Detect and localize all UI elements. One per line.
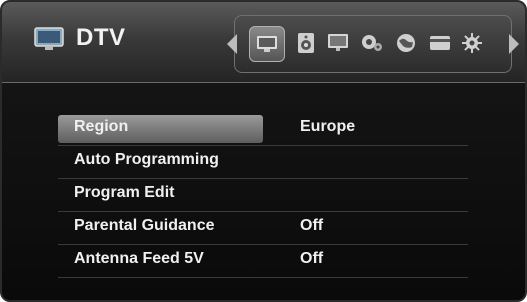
menu-item-region[interactable]: Region Europe bbox=[58, 113, 468, 146]
menu-item-program-edit[interactable]: Program Edit bbox=[58, 179, 468, 212]
settings-window: DTV Region Europe Auto Programming Progr… bbox=[0, 0, 527, 302]
speaker-icon[interactable] bbox=[291, 28, 321, 58]
tv-icon bbox=[34, 27, 64, 50]
category-icon-bar bbox=[227, 15, 519, 73]
menu-item-label: Antenna Feed 5V bbox=[74, 250, 204, 267]
menu-item-label: Parental Guidance bbox=[74, 217, 215, 234]
globe-icon[interactable] bbox=[391, 28, 421, 58]
menu-item-value: Off bbox=[300, 217, 324, 234]
settings-panel: Region Europe Auto Programming Program E… bbox=[2, 83, 525, 300]
menu-item-antenna-feed[interactable]: Antenna Feed 5V Off bbox=[58, 245, 468, 278]
menu-item-value: Europe bbox=[300, 118, 356, 135]
header-bar: DTV bbox=[2, 2, 525, 83]
scroll-left-arrow-icon[interactable] bbox=[227, 34, 237, 54]
menu-item-value: Off bbox=[300, 250, 324, 267]
menu-item-label: Auto Programming bbox=[74, 151, 219, 168]
gear-icon[interactable] bbox=[357, 28, 387, 58]
settings-menu: Region Europe Auto Programming Program E… bbox=[58, 113, 468, 278]
monitor-icon[interactable] bbox=[323, 28, 353, 58]
menu-item-label: Program Edit bbox=[74, 184, 175, 201]
menu-item-auto-programming[interactable]: Auto Programming bbox=[58, 146, 468, 179]
cog-icon[interactable] bbox=[457, 28, 487, 58]
tv-icon[interactable] bbox=[249, 26, 285, 62]
card-icon[interactable] bbox=[425, 28, 455, 58]
menu-item-parental-guidance[interactable]: Parental Guidance Off bbox=[58, 212, 468, 245]
scroll-right-arrow-icon[interactable] bbox=[509, 34, 519, 54]
menu-item-label: Region bbox=[74, 118, 129, 135]
page-title: DTV bbox=[76, 24, 126, 51]
